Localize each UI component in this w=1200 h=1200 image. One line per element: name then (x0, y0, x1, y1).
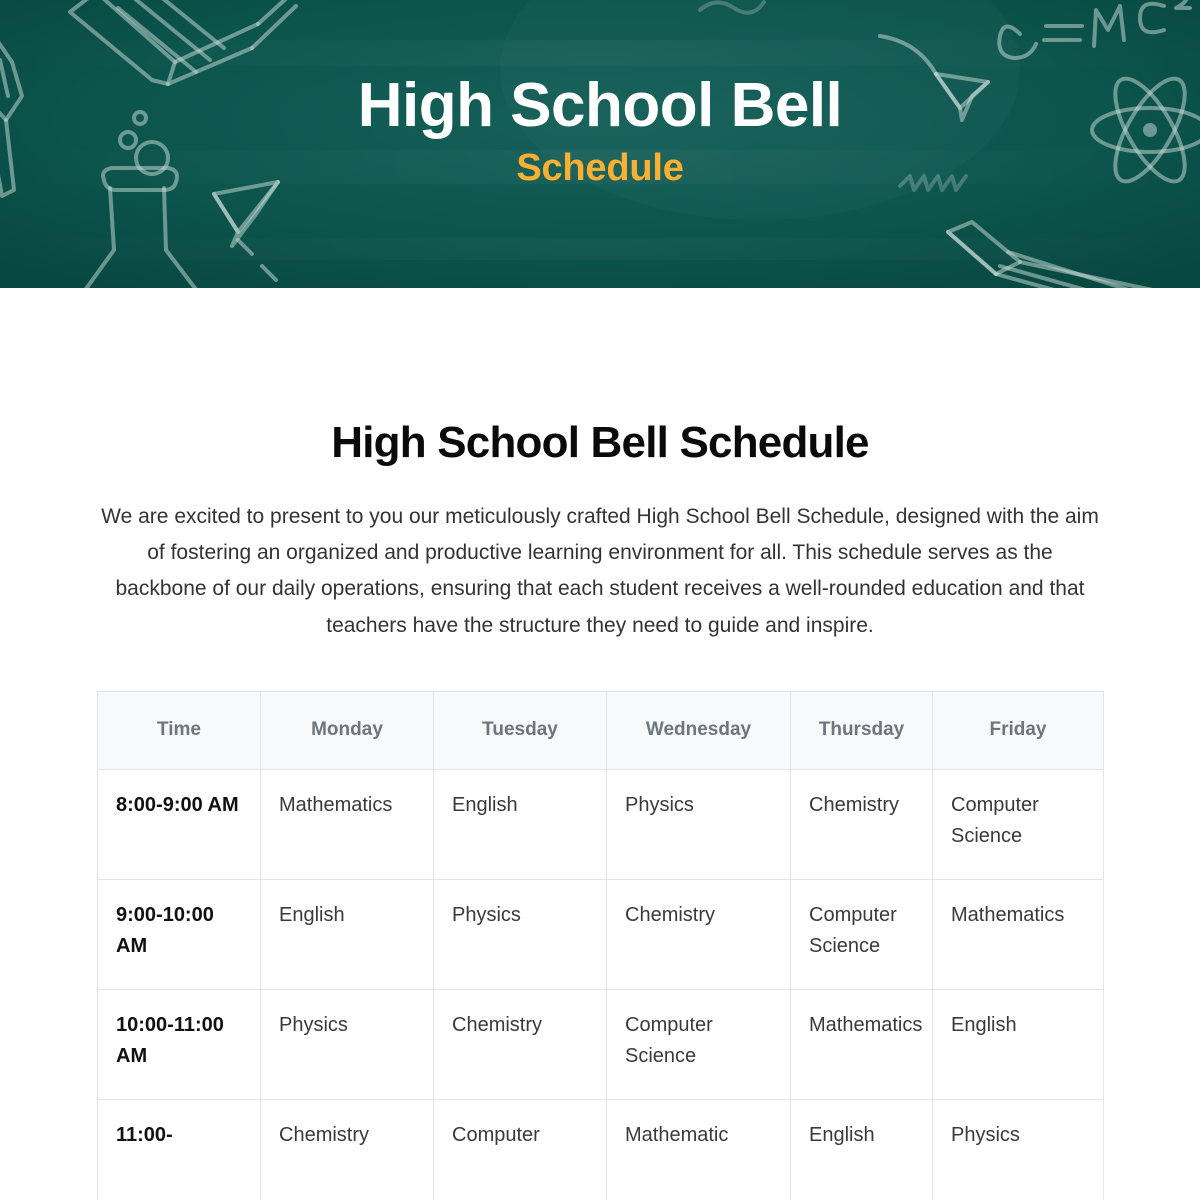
column-header-time: Time (97, 690, 261, 770)
cell-friday: English (932, 988, 1104, 1100)
cell-wednesday: Computer Science (606, 988, 791, 1100)
cell-tuesday: Computer (433, 1098, 607, 1200)
cell-thursday: English (790, 1098, 933, 1200)
banner-subtitle: Schedule (516, 146, 684, 189)
cell-tuesday: Physics (433, 878, 607, 990)
cell-wednesday: Mathematic (606, 1098, 791, 1200)
table-row: 8:00-9:00 AM Mathematics English Physics… (97, 768, 1104, 880)
column-header-friday: Friday (932, 690, 1104, 770)
table-row: 11:00- Chemistry Computer Mathematic Eng… (97, 1098, 1104, 1200)
main-content: High School Bell Schedule We are excited… (0, 288, 1200, 644)
schedule-table-container: Time Monday Tuesday Wednesday Thursday F… (0, 690, 1200, 1200)
table-row: 9:00-10:00 AM English Physics Chemistry … (97, 878, 1104, 990)
schedule-table: Time Monday Tuesday Wednesday Thursday F… (97, 690, 1104, 1200)
schedule-table-body: 8:00-9:00 AM Mathematics English Physics… (97, 768, 1104, 1200)
column-header-tuesday: Tuesday (433, 690, 607, 770)
table-header-row: Time Monday Tuesday Wednesday Thursday F… (97, 690, 1104, 770)
intro-paragraph: We are excited to present to you our met… (101, 504, 1099, 637)
cell-thursday: Chemistry (790, 768, 933, 880)
banner-text-block: High School Bell Schedule (0, 0, 1200, 288)
cell-monday: Physics (260, 988, 434, 1100)
cell-time: 8:00-9:00 AM (97, 768, 261, 880)
column-header-wednesday: Wednesday (606, 690, 791, 770)
cell-monday: Chemistry (260, 1098, 434, 1200)
cell-thursday: Computer Science (790, 878, 933, 990)
cell-monday: English (260, 878, 434, 990)
cell-friday: Physics (932, 1098, 1104, 1200)
cell-tuesday: English (433, 768, 607, 880)
page-title: High School Bell Schedule (331, 418, 869, 467)
cell-time: 11:00- (97, 1098, 261, 1200)
column-header-thursday: Thursday (790, 690, 933, 770)
cell-time: 9:00-10:00 AM (97, 878, 261, 990)
cell-time: 10:00-11:00 AM (97, 988, 261, 1100)
cell-thursday: Mathematics (790, 988, 933, 1100)
cell-friday: Computer Science (932, 768, 1104, 880)
cell-wednesday: Chemistry (606, 878, 791, 990)
cell-tuesday: Chemistry (433, 988, 607, 1100)
schedule-table-head: Time Monday Tuesday Wednesday Thursday F… (97, 690, 1104, 770)
page-banner: High School Bell Schedule (0, 0, 1200, 288)
banner-title: High School Bell (357, 70, 843, 140)
cell-wednesday: Physics (606, 768, 791, 880)
column-header-monday: Monday (260, 690, 434, 770)
cell-monday: Mathematics (260, 768, 434, 880)
cell-friday: Mathematics (932, 878, 1104, 990)
table-row: 10:00-11:00 AM Physics Chemistry Compute… (97, 988, 1104, 1100)
